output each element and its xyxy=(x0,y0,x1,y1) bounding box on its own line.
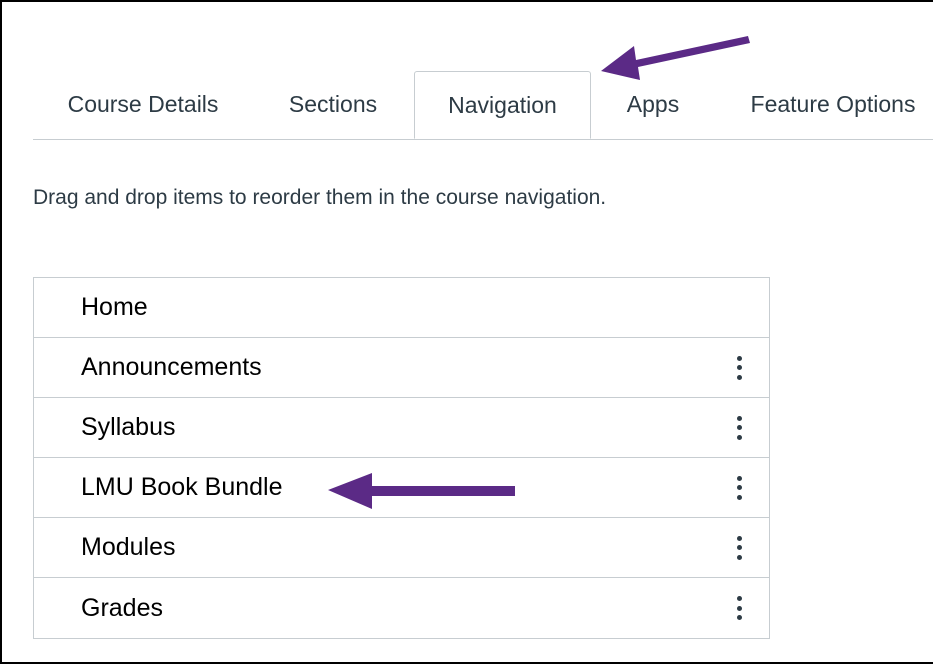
annotation-arrow-icon xyxy=(328,473,515,509)
